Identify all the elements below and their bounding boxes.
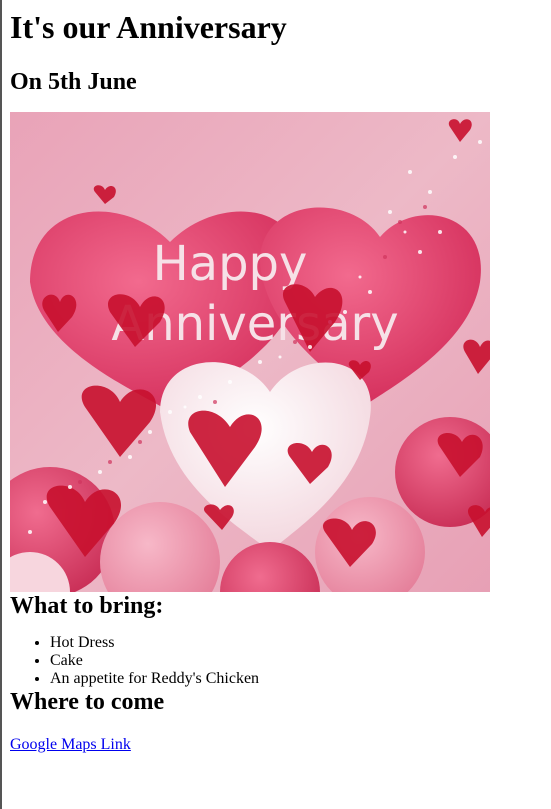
page-content: It's our Anniversary On 5th June Happy A… — [10, 0, 540, 754]
google-maps-link[interactable]: Google Maps Link — [10, 736, 131, 754]
page-left-border — [0, 0, 2, 809]
bring-list: Hot Dress Cake An appetite for Reddy's C… — [10, 634, 540, 688]
where-heading: Where to come — [10, 689, 165, 715]
list-item: Hot Dress — [50, 634, 540, 652]
list-item: Cake — [50, 652, 540, 670]
list-item: An appetite for Reddy's Chicken — [50, 670, 540, 688]
page-title: It's our Anniversary — [10, 9, 287, 45]
hero-text-line1: Happy — [153, 236, 308, 292]
date-heading: On 5th June — [10, 69, 137, 95]
bring-heading: What to bring: — [10, 593, 164, 619]
anniversary-image: Happy Anniversary — [10, 112, 490, 592]
